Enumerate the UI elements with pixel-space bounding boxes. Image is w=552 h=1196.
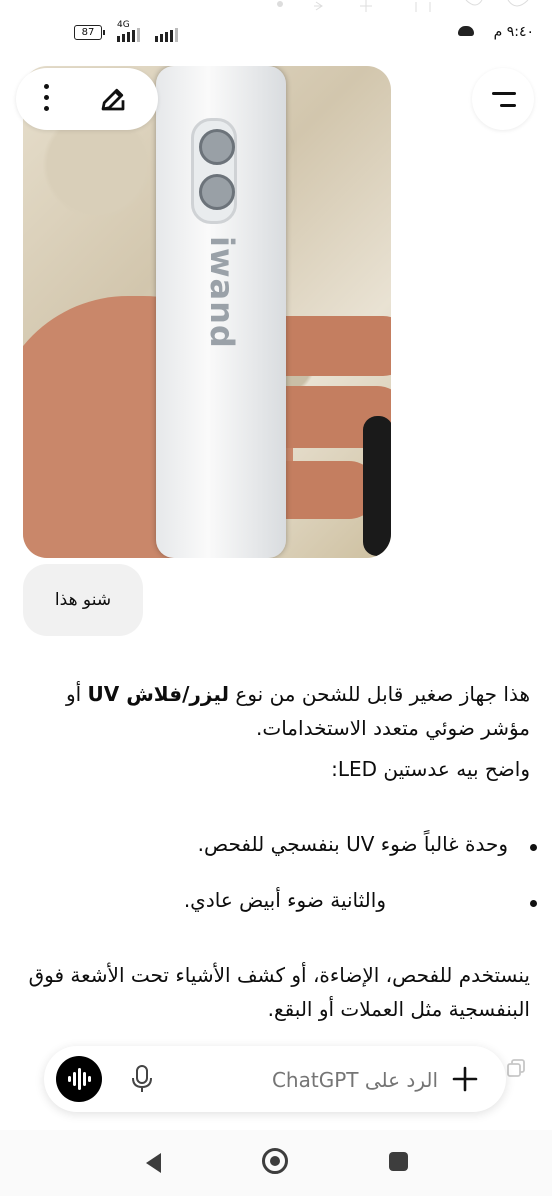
lens-housing: [191, 118, 237, 224]
more-vertical-icon[interactable]: [44, 84, 50, 114]
assistant-text: هذا جهاز صغير قابل للشحن من نوع: [229, 682, 530, 706]
uv-lens: [199, 129, 235, 165]
bullet-item: والثانية ضوء أبيض عادي.: [24, 888, 537, 912]
assistant-paragraph-2: واضح بيه عدستين LED:: [331, 757, 530, 781]
mic-icon[interactable]: [130, 1064, 154, 1094]
faded-toolbar-icons: [270, 0, 552, 20]
home-icon[interactable]: [262, 1148, 288, 1174]
back-icon[interactable]: [143, 1151, 163, 1175]
battery-indicator: 87: [74, 25, 105, 40]
system-nav-bar: [0, 1130, 552, 1196]
plus-icon[interactable]: [452, 1066, 478, 1092]
assistant-paragraph-3: ينستخدم للفحص، الإضاءة، أو كشف الأشياء ت…: [28, 963, 530, 1021]
bullet-text: وحدة غالباً ضوء UV بنفسجي للفحص.: [197, 832, 508, 856]
menu-button[interactable]: [472, 68, 534, 130]
cloud-icon: [458, 26, 474, 36]
status-bar: 87 4G ٩:٤٠ م: [0, 0, 552, 60]
signal-icon: [117, 28, 178, 42]
recents-icon[interactable]: [389, 1152, 408, 1171]
bullet-text: والثانية ضوء أبيض عادي.: [183, 888, 386, 912]
chat-input[interactable]: [176, 1062, 440, 1098]
uploaded-photo[interactable]: iwand: [23, 66, 391, 558]
assistant-paragraph-1: هذا جهاز صغير قابل للشحن من نوع ليزر/فلا…: [24, 677, 530, 745]
image-actions: [16, 68, 158, 130]
voice-mode-button[interactable]: [56, 1056, 102, 1102]
edit-icon[interactable]: [98, 84, 128, 114]
menu-icon: [492, 92, 516, 95]
bullet-item: وحدة غالباً ضوء UV بنفسجي للفحص.: [24, 832, 537, 856]
menu-icon-line: [500, 104, 516, 107]
user-message-bubble: شنو هذا: [23, 564, 143, 636]
bullet-icon: [530, 844, 537, 851]
voice-mode-icon: [68, 1068, 91, 1090]
message-composer: [44, 1046, 506, 1112]
white-lens: [199, 174, 235, 210]
copy-icon[interactable]: [506, 1058, 526, 1078]
photo-device: iwand: [156, 66, 286, 558]
clock: ٩:٤٠ م: [493, 24, 534, 40]
brand-text: iwand: [203, 236, 241, 349]
photo-shadow: [363, 416, 391, 556]
bullet-icon: [530, 900, 537, 907]
assistant-bold-text: ليزر/فلاش UV: [87, 682, 230, 706]
